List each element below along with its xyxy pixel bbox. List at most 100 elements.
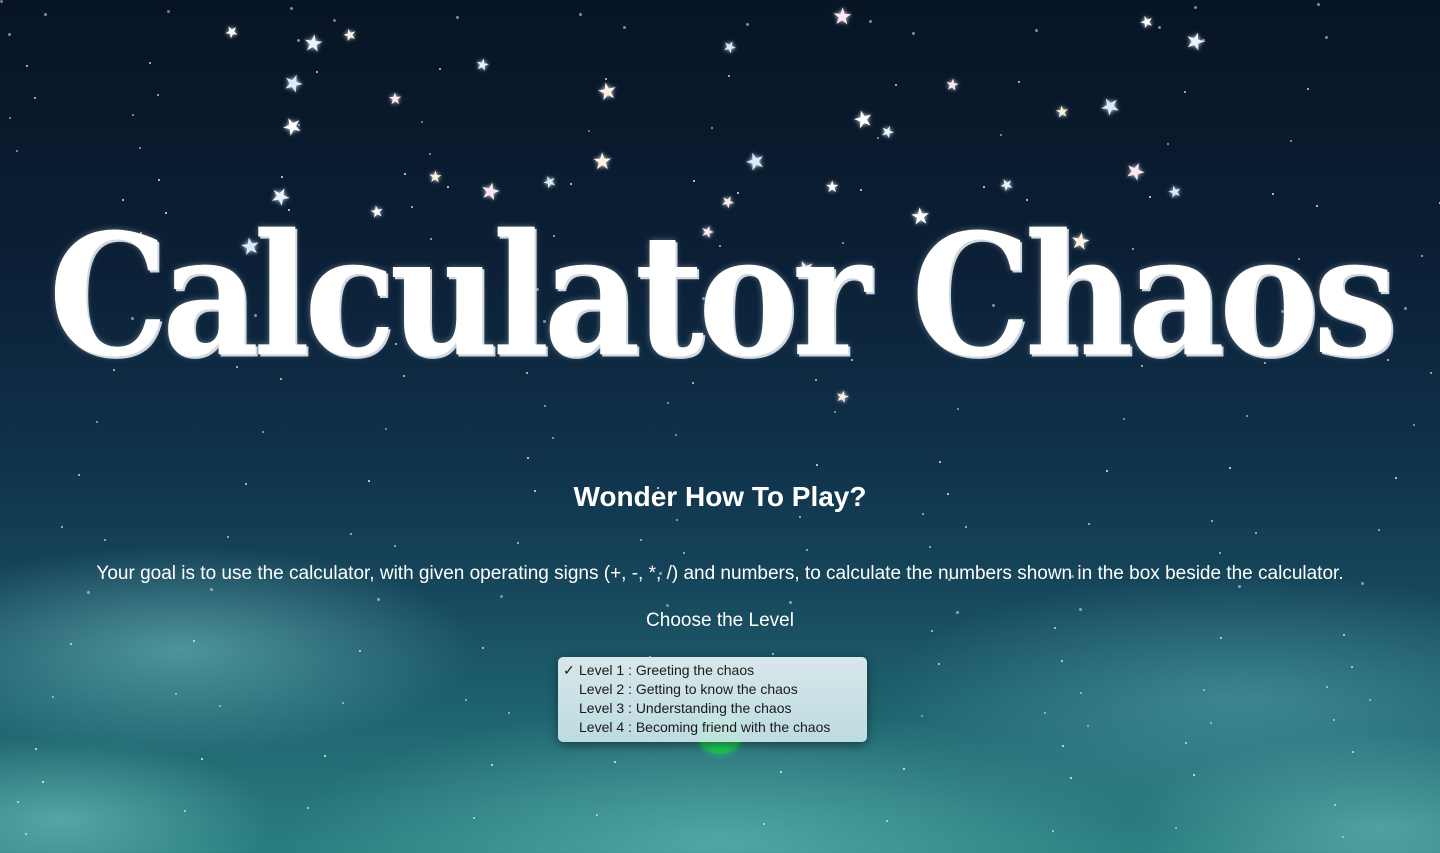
level-option-label: Level 2 : Getting to know the chaos	[579, 681, 798, 697]
background-star-dot	[1351, 751, 1354, 754]
background-star-dot	[482, 646, 485, 649]
background-star-dot	[551, 437, 554, 440]
background-star-dot	[789, 601, 792, 604]
background-star-dot	[60, 526, 63, 529]
background-star-dot	[333, 19, 336, 22]
level-option-2[interactable]: Level 2 : Getting to know the chaos	[558, 680, 867, 699]
background-star-dot	[1307, 87, 1310, 90]
sparkle-star-icon: ★	[473, 55, 492, 76]
background-star-dot	[8, 117, 11, 120]
sparkle-star-icon: ★	[943, 76, 961, 95]
background-star-dot	[745, 22, 749, 26]
background-star-dot	[780, 770, 783, 773]
background-star-dot	[464, 699, 467, 702]
background-star-dot	[639, 539, 642, 542]
background-star-dot	[1062, 744, 1065, 747]
sparkle-star-icon: ★	[279, 67, 308, 99]
background-star-dot	[1069, 777, 1072, 780]
background-star-dot	[1218, 552, 1221, 555]
background-star-dot	[456, 16, 459, 19]
background-star-dot	[605, 77, 608, 80]
background-star-dot	[1211, 519, 1214, 522]
background-star-dot	[1123, 417, 1126, 420]
level-option-label: Level 3 : Understanding the chaos	[579, 700, 792, 716]
background-star-dot	[1052, 829, 1055, 832]
level-option-3[interactable]: Level 3 : Understanding the chaos	[558, 699, 867, 718]
level-option-label: Level 1 : Greeting the chaos	[579, 662, 755, 678]
sparkle-star-icon: ★	[387, 90, 403, 109]
background-star-dot	[1087, 724, 1090, 727]
background-star-dot	[587, 130, 590, 133]
background-star-dot	[192, 640, 195, 643]
sparkle-star-icon: ★	[221, 21, 243, 44]
background-star-dot	[508, 711, 511, 714]
background-star-dot	[104, 538, 107, 541]
sparkle-star-icon: ★	[539, 171, 560, 194]
background-star-dot	[736, 192, 739, 195]
background-star-dot	[939, 460, 942, 463]
background-star-dot	[87, 591, 90, 594]
background-star-dot	[385, 427, 388, 430]
background-star-dot	[52, 695, 55, 698]
sparkle-star-icon: ★	[1137, 12, 1157, 33]
background-star-dot	[1341, 836, 1344, 839]
background-star-dot	[289, 6, 293, 10]
background-star-dot	[894, 84, 897, 87]
sparkle-star-icon: ★	[741, 145, 770, 177]
background-star-dot	[1158, 26, 1161, 29]
background-star-dot	[24, 833, 27, 836]
sparkle-star-icon: ★	[594, 76, 620, 106]
background-star-dot	[1350, 666, 1353, 669]
background-star-dot	[570, 182, 573, 185]
background-star-dot	[1194, 6, 1197, 9]
background-star-dot	[1175, 826, 1178, 829]
background-star-dot	[693, 179, 696, 182]
background-star-dot	[262, 430, 265, 433]
sparkle-star-icon: ★	[825, 179, 840, 196]
background-star-dot	[1105, 470, 1108, 473]
background-star-dot	[156, 94, 159, 97]
background-star-dot	[622, 25, 626, 29]
background-star-dot	[516, 542, 519, 545]
background-star-dot	[17, 800, 20, 803]
background-star-dot	[938, 662, 941, 665]
sparkle-star-icon: ★	[849, 103, 877, 135]
background-star-dot	[912, 32, 915, 35]
sparkle-star-icon: ★	[301, 28, 326, 58]
background-star-dot	[403, 173, 406, 176]
background-star-dot	[1272, 192, 1275, 195]
background-star-dot	[1369, 698, 1372, 701]
background-star-dot	[868, 19, 872, 23]
background-star-dot	[218, 705, 221, 708]
background-star-dot	[674, 434, 677, 437]
background-star-dot	[1325, 686, 1328, 689]
background-star-dot	[762, 823, 765, 826]
background-star-dot	[683, 551, 686, 554]
background-star-dot	[1333, 718, 1336, 721]
background-star-dot	[131, 114, 134, 117]
background-star-dot	[1088, 522, 1091, 525]
level-option-4[interactable]: Level 4 : Becoming friend with the chaos	[558, 718, 867, 737]
level-select-menu[interactable]: ✓ Level 1 : Greeting the chaos Level 2 :…	[558, 657, 867, 742]
background-star-dot	[1246, 414, 1249, 417]
background-star-dot	[526, 457, 529, 460]
background-star-dot	[95, 421, 98, 424]
background-star-dot	[157, 179, 160, 182]
choose-level-label: Choose the Level	[646, 610, 794, 631]
page-title: Calculator Chaos	[48, 197, 1398, 395]
sparkle-star-icon: ★	[1120, 155, 1151, 188]
background-star-dot	[490, 764, 493, 767]
background-star-dot	[421, 120, 424, 123]
background-star-dot	[428, 153, 431, 156]
level-option-1[interactable]: ✓ Level 1 : Greeting the chaos	[558, 661, 867, 680]
background-star-dot	[666, 604, 669, 607]
background-star-dot	[306, 807, 309, 810]
background-star-dot	[859, 189, 862, 192]
background-star-dot	[1377, 529, 1380, 532]
background-star-dot	[1317, 3, 1320, 6]
background-star-dot	[447, 185, 450, 188]
background-star-dot	[1184, 90, 1187, 93]
sparkle-star-icon: ★	[996, 174, 1018, 197]
background-star-dot	[1079, 692, 1082, 695]
background-star-dot	[376, 597, 380, 601]
